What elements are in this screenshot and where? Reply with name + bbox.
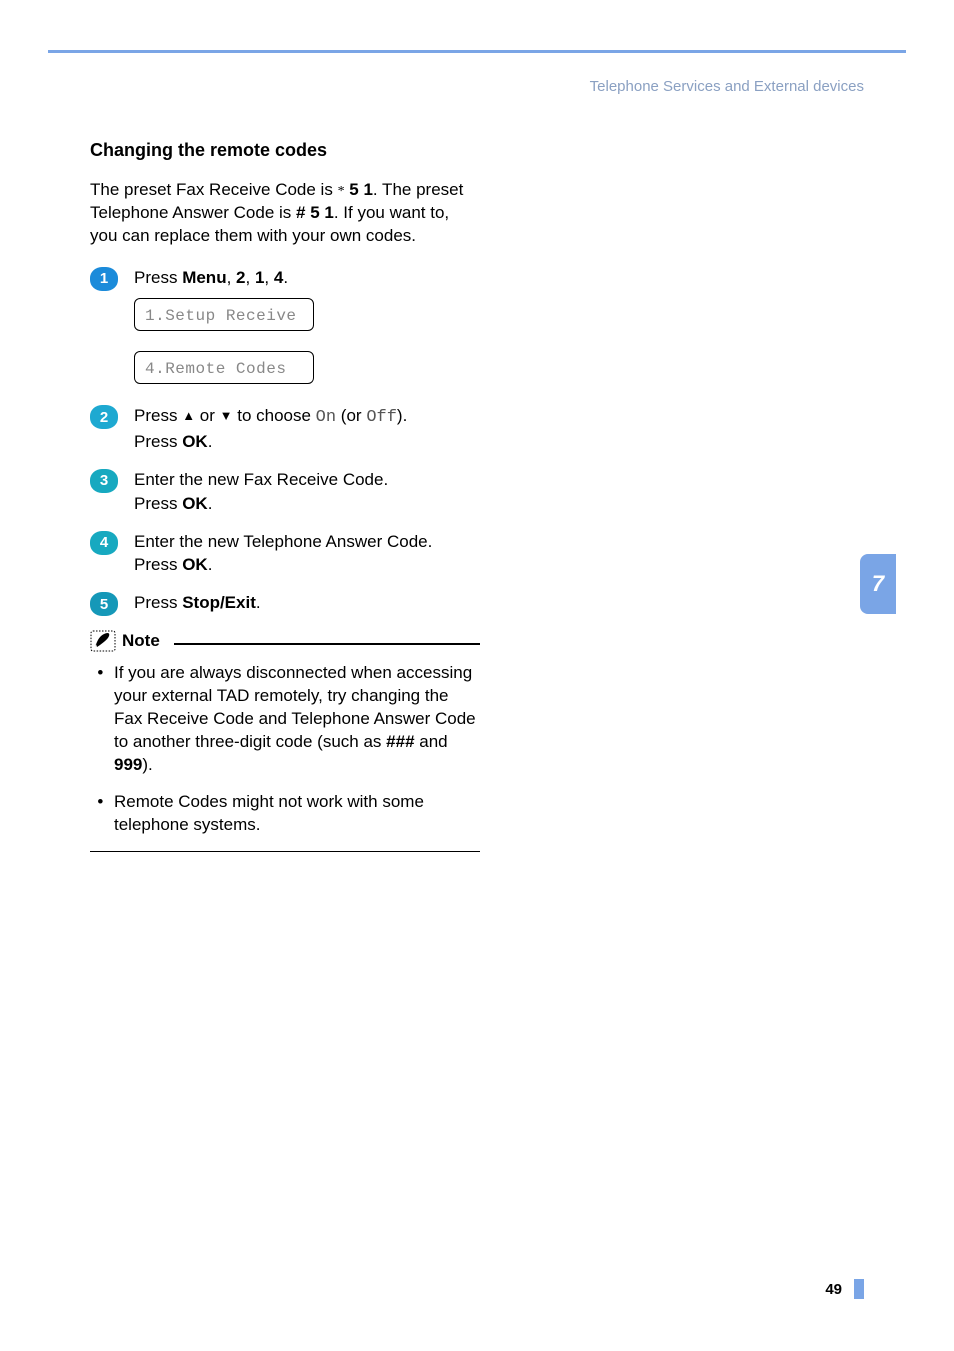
step1-text: ,	[246, 268, 255, 287]
step1-text: .	[283, 268, 288, 287]
header-section-label: Telephone Services and External devices	[590, 78, 864, 95]
step-5: 5 Press Stop/Exit.	[90, 591, 480, 616]
step-1: 1 Press Menu, 2, 1, 4. 1.Setup Receive 4…	[90, 266, 480, 391]
note-header: Note	[90, 630, 480, 652]
note-text: ).	[142, 755, 152, 774]
step2-text: to choose	[233, 406, 316, 425]
up-arrow-icon: ▲	[182, 408, 195, 423]
step2-text: (or	[336, 406, 366, 425]
top-accent-bar	[48, 50, 906, 53]
step2-option-off: Off	[366, 408, 397, 427]
step3-ok: OK	[182, 494, 208, 513]
footer-accent-block	[854, 1279, 864, 1299]
intro-text: The preset Fax Receive Code is	[90, 180, 338, 199]
step1-text: ,	[227, 268, 236, 287]
step5-text: Press	[134, 593, 182, 612]
note-item: If you are always disconnected when acce…	[108, 662, 480, 777]
page-number: 49	[825, 1281, 842, 1298]
step-3: 3 Enter the new Fax Receive Code. Press …	[90, 468, 480, 516]
step2-text: Press	[134, 432, 182, 451]
step3-text: Enter the new Fax Receive Code.	[134, 470, 388, 489]
step-body: Press Menu, 2, 1, 4. 1.Setup Receive 4.R…	[134, 266, 480, 391]
intro-code1: 5 1	[345, 180, 373, 199]
note-item: Remote Codes might not work with some te…	[108, 791, 480, 837]
step1-text: Press	[134, 268, 182, 287]
step1-menu: Menu	[182, 268, 226, 287]
step2-text: Press	[134, 406, 182, 425]
step5-stopexit: Stop/Exit	[182, 593, 256, 612]
lcd-display: 4.Remote Codes	[134, 351, 314, 384]
lcd-text: 4.Remote Codes	[145, 360, 286, 378]
note-text: and	[415, 732, 448, 751]
asterisk-symbol: *	[338, 184, 345, 199]
step2-ok: OK	[182, 432, 208, 451]
step-body: Press ▲ or ▼ to choose On (or Off). Pres…	[134, 404, 480, 454]
step1-key: 4	[274, 268, 283, 287]
note-body: If you are always disconnected when acce…	[90, 662, 480, 837]
step-body: Press Stop/Exit.	[134, 591, 480, 615]
content-column: Changing the remote codes The preset Fax…	[90, 140, 480, 852]
step2-text: or	[195, 406, 220, 425]
step-body: Enter the new Fax Receive Code. Press OK…	[134, 468, 480, 516]
note-top-rule	[174, 643, 480, 645]
section-title: Changing the remote codes	[90, 140, 480, 161]
step4-text: Enter the new Telephone Answer Code.	[134, 532, 432, 551]
step-2: 2 Press ▲ or ▼ to choose On (or Off). Pr…	[90, 404, 480, 454]
chapter-tab: 7	[860, 554, 896, 614]
step-number-badge: 5	[90, 592, 118, 616]
step1-key: 1	[255, 268, 264, 287]
step3-text: .	[208, 494, 213, 513]
note-bottom-rule	[90, 851, 480, 853]
note-icon	[90, 630, 116, 652]
note-bold: ###	[386, 732, 414, 751]
step2-text: .	[208, 432, 213, 451]
step4-ok: OK	[182, 555, 208, 574]
step-body: Enter the new Telephone Answer Code. Pre…	[134, 530, 480, 578]
step2-text: ).	[397, 406, 407, 425]
step-number-badge: 1	[90, 267, 118, 291]
step-number-badge: 3	[90, 469, 118, 493]
step3-text: Press	[134, 494, 182, 513]
step-number-badge: 2	[90, 405, 118, 429]
down-arrow-icon: ▼	[220, 408, 233, 423]
note-bold: 999	[114, 755, 142, 774]
note-label: Note	[122, 631, 160, 651]
step1-key: 2	[236, 268, 245, 287]
intro-paragraph: The preset Fax Receive Code is * 5 1. Th…	[90, 179, 480, 248]
page-footer: 49	[825, 1279, 864, 1299]
intro-code2: # 5 1	[296, 203, 334, 222]
step-4: 4 Enter the new Telephone Answer Code. P…	[90, 530, 480, 578]
note-text: Remote Codes might not work with some te…	[114, 792, 424, 834]
step2-option-on: On	[316, 408, 336, 427]
step-number-badge: 4	[90, 531, 118, 555]
step4-text: Press	[134, 555, 182, 574]
step1-text: ,	[264, 268, 273, 287]
lcd-display: 1.Setup Receive	[134, 298, 314, 331]
lcd-text: 1.Setup Receive	[145, 307, 297, 325]
step4-text: .	[208, 555, 213, 574]
step5-text: .	[256, 593, 261, 612]
